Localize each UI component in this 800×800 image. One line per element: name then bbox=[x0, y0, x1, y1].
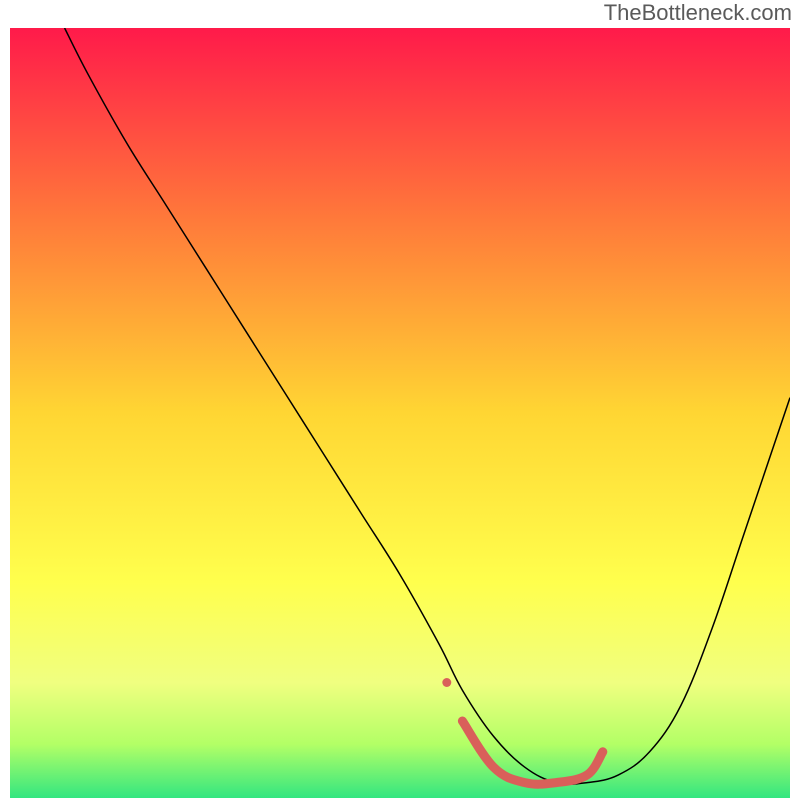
watermark-text: TheBottleneck.com bbox=[604, 0, 792, 26]
chart-svg bbox=[10, 28, 790, 798]
bottleneck-chart bbox=[10, 28, 790, 798]
highlight-dot-icon bbox=[442, 678, 451, 687]
